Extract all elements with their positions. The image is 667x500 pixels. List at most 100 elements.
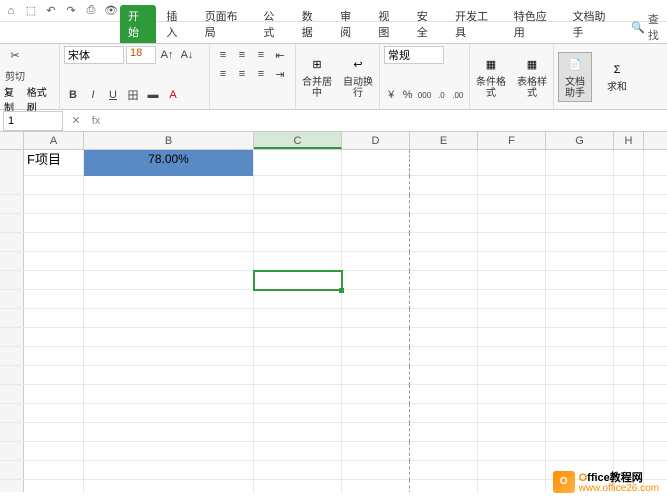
tab-layout[interactable]: 页面布局 <box>197 5 254 43</box>
cell[interactable] <box>546 271 614 290</box>
cell[interactable] <box>84 271 254 290</box>
cell[interactable] <box>84 423 254 442</box>
tab-review[interactable]: 审阅 <box>332 5 368 43</box>
cell[interactable] <box>410 176 478 195</box>
tab-data[interactable]: 数据 <box>294 5 330 43</box>
cell[interactable] <box>546 328 614 347</box>
name-box[interactable]: 1 <box>3 111 63 131</box>
cell[interactable] <box>546 366 614 385</box>
font-color-button[interactable]: A <box>164 86 182 104</box>
cell[interactable] <box>84 290 254 309</box>
cell[interactable] <box>84 214 254 233</box>
cell[interactable] <box>546 423 614 442</box>
cell[interactable] <box>546 195 614 214</box>
cell[interactable] <box>614 214 644 233</box>
cell[interactable] <box>614 290 644 309</box>
cell[interactable] <box>478 480 546 492</box>
cell[interactable] <box>614 328 644 347</box>
align-top-icon[interactable]: ≡ <box>214 46 232 64</box>
cell[interactable] <box>410 480 478 492</box>
cell[interactable] <box>24 366 84 385</box>
row-header[interactable] <box>0 271 24 289</box>
qat-undo-icon[interactable]: ↶ <box>44 4 58 18</box>
cell[interactable] <box>478 271 546 290</box>
percent-icon[interactable]: % <box>400 86 414 104</box>
cell[interactable] <box>84 366 254 385</box>
cell[interactable] <box>546 150 614 176</box>
cell[interactable] <box>614 366 644 385</box>
cell[interactable] <box>254 195 342 214</box>
cell[interactable] <box>342 214 410 233</box>
row-header[interactable] <box>0 176 24 194</box>
cell[interactable] <box>614 442 644 461</box>
qat-home-icon[interactable]: ⌂ <box>4 4 18 18</box>
cell[interactable] <box>614 195 644 214</box>
cell[interactable] <box>410 404 478 423</box>
cell[interactable] <box>24 404 84 423</box>
cell[interactable] <box>342 150 410 176</box>
cell[interactable] <box>546 252 614 271</box>
cell[interactable] <box>24 214 84 233</box>
cell[interactable] <box>410 309 478 328</box>
align-center-icon[interactable]: ≡ <box>233 65 251 83</box>
cell[interactable] <box>84 461 254 480</box>
row-header[interactable] <box>0 233 24 251</box>
cell[interactable] <box>410 252 478 271</box>
cell[interactable] <box>410 150 478 176</box>
qat-print-icon[interactable]: ⎙ <box>84 4 98 18</box>
cell[interactable] <box>24 480 84 492</box>
cell[interactable] <box>24 385 84 404</box>
cell[interactable] <box>254 271 342 290</box>
row-header[interactable] <box>0 195 24 213</box>
cell[interactable] <box>478 442 546 461</box>
cell[interactable] <box>614 233 644 252</box>
cell[interactable] <box>24 442 84 461</box>
cell[interactable] <box>84 252 254 271</box>
fill-color-button[interactable]: ▬ <box>144 86 162 104</box>
cell[interactable] <box>342 271 410 290</box>
cell[interactable] <box>254 347 342 366</box>
cell[interactable] <box>254 328 342 347</box>
cell[interactable] <box>546 442 614 461</box>
formula-input[interactable] <box>106 111 667 131</box>
cell[interactable] <box>84 195 254 214</box>
cell[interactable] <box>254 423 342 442</box>
cell[interactable] <box>254 150 342 176</box>
cell[interactable] <box>342 252 410 271</box>
cell[interactable] <box>254 442 342 461</box>
cell[interactable] <box>84 328 254 347</box>
align-right-icon[interactable]: ≡ <box>252 65 270 83</box>
cell[interactable] <box>410 347 478 366</box>
cell[interactable] <box>342 385 410 404</box>
cell[interactable] <box>614 150 644 176</box>
col-header-E[interactable]: E <box>410 132 478 149</box>
cell[interactable] <box>24 252 84 271</box>
cell[interactable] <box>254 385 342 404</box>
cell[interactable] <box>342 176 410 195</box>
cell[interactable] <box>342 195 410 214</box>
inc-decimal-icon[interactable]: .0 <box>434 86 448 104</box>
cell[interactable] <box>24 271 84 290</box>
row-header[interactable] <box>0 150 24 176</box>
cell[interactable] <box>546 290 614 309</box>
cell[interactable] <box>546 385 614 404</box>
copy-button[interactable]: 复制 <box>4 84 23 114</box>
col-header-C[interactable]: C <box>254 132 342 149</box>
cell[interactable] <box>614 271 644 290</box>
cell[interactable] <box>342 423 410 442</box>
cell[interactable] <box>478 214 546 233</box>
cell[interactable] <box>342 290 410 309</box>
row-header[interactable] <box>0 214 24 232</box>
cell[interactable] <box>478 176 546 195</box>
cell[interactable] <box>410 233 478 252</box>
cell[interactable] <box>478 252 546 271</box>
cell[interactable] <box>546 309 614 328</box>
tab-insert[interactable]: 插入 <box>158 5 194 43</box>
row-header[interactable] <box>0 347 24 365</box>
tab-features[interactable]: 特色应用 <box>506 5 563 43</box>
cell[interactable]: 78.00% <box>84 150 254 176</box>
cell[interactable] <box>546 176 614 195</box>
cell[interactable] <box>342 480 410 492</box>
cell[interactable] <box>410 214 478 233</box>
underline-button[interactable]: U <box>104 86 122 104</box>
